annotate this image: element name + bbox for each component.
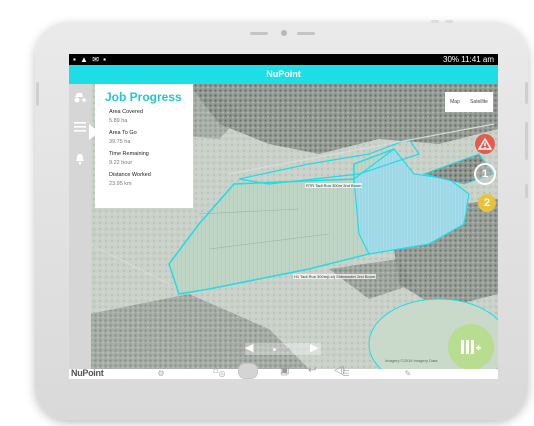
screenshot-hw-icon[interactable]: ▣ [280,365,289,376]
side-rail [69,84,91,369]
status-bar: ▪ ▲ ✉ ▪ 30% 11:41 am [69,54,498,65]
side-button [525,82,528,104]
area-covered-value: 5.89 ha [109,118,128,124]
page-dot[interactable] [273,348,276,351]
panel-pointer [89,124,99,140]
time-remaining-value: 9.22 hour [109,160,133,166]
volume-hw-icon[interactable]: ◁) [334,365,345,376]
sensor [431,20,439,23]
app-title-bar: NuPoint [69,65,498,84]
status-right: 30% 11:41 am [443,55,494,64]
sensor [445,20,453,23]
area-covered-label: Area Covered [109,109,143,115]
area-to-go-value: 39.75 ha [109,139,131,145]
page-dot[interactable] [287,348,290,351]
waypoint-badge-1[interactable]: 1 [474,163,496,185]
side-button [36,82,39,106]
implement-fab[interactable] [448,324,494,370]
next-arrow-icon[interactable]: ▶ [310,341,318,354]
area-to-go-label: Area To Go [109,130,137,136]
distance-worked-label: Distance Worked [109,172,151,178]
side-button [525,184,528,198]
map-label: RTR Tadi Run 300m 2nd Boom [305,183,363,188]
map-style-satellite[interactable]: Satellite [470,99,488,105]
prev-arrow-icon[interactable]: ◀ [245,341,253,354]
bell-icon[interactable] [69,148,91,170]
time-remaining-label: Time Remaining [109,151,149,157]
page-dot[interactable] [280,348,283,351]
app-title: NuPoint [266,69,301,79]
map-attribution: Imagery ©2019 Imagery Data [385,358,438,363]
nupoint-logo: NuPoint [71,368,104,378]
hazard-warning-icon[interactable] [475,134,495,154]
implement-icon [461,340,481,354]
front-camera [281,30,287,36]
side-button [525,122,528,160]
logo-nu: Nu [71,368,83,378]
home-hw-icon[interactable]: ⌂ [213,365,219,376]
map-style-toggle[interactable]: Map Satellite [445,92,493,112]
tablet-screen: ▪ ▲ ✉ ▪ 30% 11:41 am NuPoint RTR Tadi Ru… [69,54,498,379]
logo-point: Point [82,368,104,378]
back-hw-icon[interactable]: ↩ [308,365,316,376]
distance-worked-value: 23.95 km [109,181,132,187]
menu-icon[interactable] [69,116,91,138]
sensor [250,32,268,35]
map-label: H1 Tadi Run 300m(Lid) Sidewinder 2nd Boo… [293,274,377,279]
tractor-icon[interactable] [69,86,91,108]
home-button[interactable] [238,363,258,379]
notification-icons: ▪ ▲ ✉ ▪ [73,55,107,64]
job-progress-panel: Job Progress Area Covered 5.89 ha Area T… [95,84,193,208]
page-indicator: ◀ ▶ [245,341,321,355]
waypoint-badge-2[interactable]: 2 [478,194,496,212]
sensor [297,32,315,35]
map-style-map[interactable]: Map [450,99,460,105]
settings-icon[interactable]: ⚙ [156,369,166,379]
panel-title: Job Progress [105,90,182,104]
tools-icon[interactable]: ✎ [403,369,413,379]
